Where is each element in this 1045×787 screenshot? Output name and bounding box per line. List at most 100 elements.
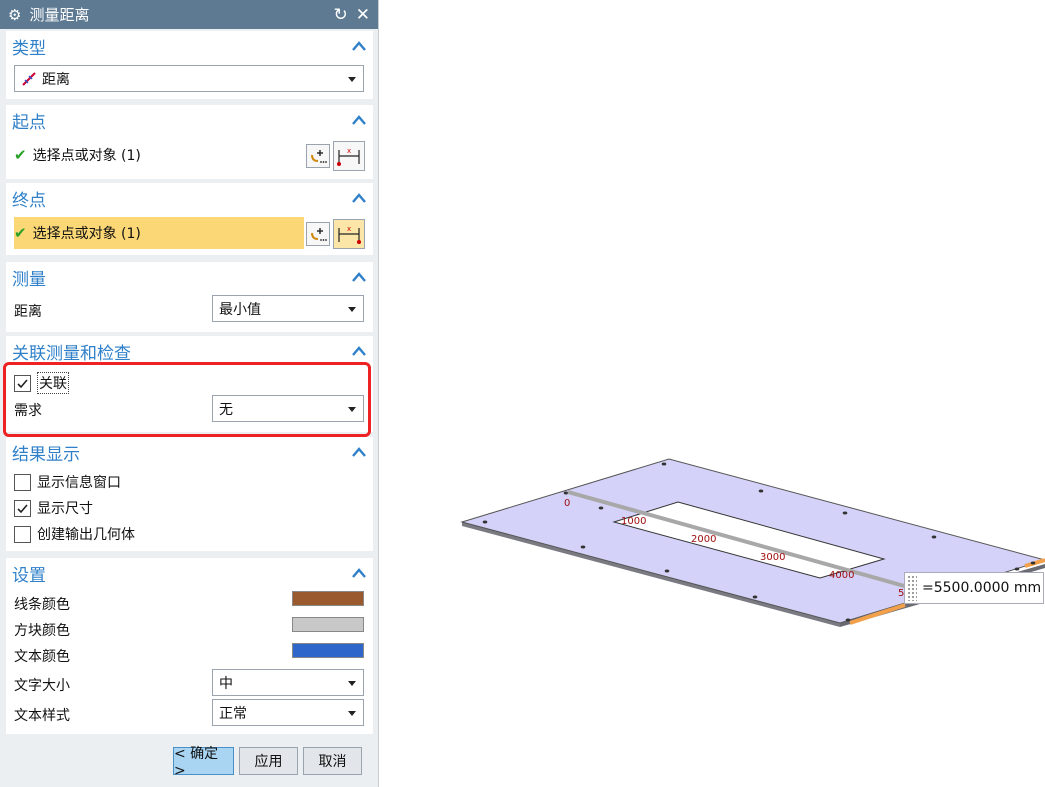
measure-section: 测量 距离 最小值: [6, 262, 373, 332]
create-geom-row[interactable]: 创建输出几何体: [14, 524, 365, 544]
check-mark-icon: [17, 503, 28, 513]
point-dialog-button[interactable]: [306, 222, 330, 246]
distance-label: 距离: [14, 304, 42, 320]
measurement-value: =5500.0000 mm: [922, 580, 1042, 596]
inferred-point-button[interactable]: x: [333, 141, 365, 171]
requirement-label: 需求: [14, 403, 42, 419]
result-display-section: 结果显示 显示信息窗口 显示尺寸 创建输出几何体: [6, 437, 373, 551]
svg-text:x: x: [347, 225, 351, 233]
ruler-tick-label: 4000: [829, 570, 854, 581]
text-size-value: 中: [219, 675, 233, 692]
distance-mode-value: 最小值: [219, 301, 261, 318]
chevron-down-icon: [348, 77, 356, 82]
measure-section-header[interactable]: 测量: [6, 262, 373, 292]
collapse-chevron-icon[interactable]: [351, 446, 367, 458]
requirement-value: 无: [219, 401, 233, 418]
distance-mode-dropdown[interactable]: 最小值: [212, 295, 364, 322]
end-point-section: 终点 ✔ 选择点或对象 (1) x: [6, 183, 373, 255]
gear-icon[interactable]: ⚙: [8, 6, 21, 24]
collapse-chevron-icon[interactable]: [351, 271, 367, 283]
chevron-down-icon: [348, 711, 356, 716]
associative-checkbox[interactable]: [14, 374, 31, 392]
text-size-label: 文字大小: [14, 678, 70, 694]
create-geom-checkbox[interactable]: [14, 525, 31, 543]
collapse-chevron-icon[interactable]: [351, 40, 367, 52]
end-section-header[interactable]: 终点: [6, 183, 373, 213]
start-section-title: 起点: [12, 112, 46, 133]
associative-label: 关联: [37, 372, 69, 394]
graphics-viewport[interactable]: 0 1000 2000 3000 4000 5: [380, 0, 1045, 787]
block-color-swatch[interactable]: [292, 617, 364, 632]
show-info-label: 显示信息窗口: [37, 475, 121, 491]
associative-section: 关联测量和检查 关联 需求 无: [6, 336, 373, 432]
chevron-down-icon: [348, 681, 356, 686]
measurement-readout[interactable]: =5500.0000 mm: [904, 572, 1044, 604]
measure-section-title: 测量: [12, 269, 46, 290]
start-section-header[interactable]: 起点: [6, 105, 373, 135]
end-select-label: 选择点或对象 (1): [32, 226, 141, 242]
measure-distance-dialog: ⚙ 测量距离 ↻ ✕ 类型 距离 起点 ✔ 选择点或对象 (1) x 终点 ✔ …: [0, 0, 379, 787]
chevron-down-icon: [348, 407, 356, 412]
dimension-point-icon: x: [337, 147, 360, 166]
point-constructor-icon: [311, 150, 327, 163]
point-constructor-icon: [311, 228, 327, 241]
show-dim-label: 显示尺寸: [37, 501, 93, 517]
point-dialog-button[interactable]: [306, 144, 330, 168]
text-style-dropdown[interactable]: 正常: [212, 699, 364, 726]
type-section: 类型 距离: [6, 31, 373, 99]
collapse-chevron-icon[interactable]: [351, 192, 367, 204]
associative-row[interactable]: 关联: [14, 372, 365, 394]
ruler-tick-label: 1000: [621, 516, 646, 527]
text-color-label: 文本颜色: [14, 649, 70, 665]
end-section-title: 终点: [12, 190, 46, 211]
assoc-section-title: 关联测量和检查: [12, 343, 131, 364]
close-icon[interactable]: ✕: [356, 5, 370, 25]
text-color-swatch[interactable]: [292, 643, 364, 658]
collapse-chevron-icon[interactable]: [351, 114, 367, 126]
line-color-swatch[interactable]: [292, 591, 364, 606]
type-dropdown-value: 距离: [42, 71, 70, 88]
dimension-point-icon: x: [338, 225, 361, 244]
line-color-label: 线条颜色: [14, 597, 70, 613]
block-color-label: 方块颜色: [14, 623, 70, 639]
check-mark-icon: [17, 378, 28, 388]
svg-text:x: x: [347, 147, 351, 155]
show-info-checkbox[interactable]: [14, 473, 31, 491]
collapse-chevron-icon[interactable]: [351, 345, 367, 357]
start-select-label: 选择点或对象 (1): [32, 148, 141, 164]
result-section-header[interactable]: 结果显示: [6, 437, 373, 467]
ruler-tick-label: 2000: [691, 534, 716, 545]
drag-handle-icon[interactable]: [907, 575, 917, 601]
collapse-chevron-icon[interactable]: [351, 567, 367, 579]
dialog-titlebar: ⚙ 测量距离 ↻ ✕: [0, 0, 378, 29]
checkmark-icon: ✔: [14, 224, 27, 242]
start-point-section: 起点 ✔ 选择点或对象 (1) x: [6, 105, 373, 179]
text-style-label: 文本样式: [14, 708, 70, 724]
type-section-header[interactable]: 类型: [6, 31, 373, 61]
distance-ruler-icon: [22, 71, 36, 86]
show-info-row[interactable]: 显示信息窗口: [14, 472, 365, 492]
show-dim-row[interactable]: 显示尺寸: [14, 498, 365, 518]
ruler-tick-label: 0: [564, 498, 570, 509]
create-geom-label: 创建输出几何体: [37, 527, 135, 543]
checkmark-icon: ✔: [14, 146, 27, 164]
cancel-button[interactable]: 取消: [303, 747, 362, 775]
text-style-value: 正常: [219, 705, 247, 722]
chevron-down-icon: [348, 307, 356, 312]
ruler-tick-label: 3000: [760, 552, 785, 563]
dialog-title: 测量距离: [29, 6, 90, 24]
apply-button[interactable]: 应用: [239, 747, 298, 775]
type-section-title: 类型: [12, 38, 46, 59]
reset-icon[interactable]: ↻: [334, 5, 348, 25]
settings-section-header[interactable]: 设置: [6, 558, 373, 588]
ok-button[interactable]: < 确定 >: [173, 746, 234, 779]
requirement-dropdown[interactable]: 无: [212, 395, 364, 422]
text-size-dropdown[interactable]: 中: [212, 669, 364, 696]
settings-section-title: 设置: [12, 565, 46, 586]
settings-section: 设置 线条颜色 方块颜色 文本颜色 文字大小 中 文本样式 正常: [6, 558, 373, 734]
result-section-title: 结果显示: [12, 444, 80, 465]
assoc-section-header[interactable]: 关联测量和检查: [6, 336, 373, 366]
inferred-point-button[interactable]: x: [333, 219, 365, 249]
type-dropdown[interactable]: 距离: [14, 65, 364, 92]
show-dim-checkbox[interactable]: [14, 499, 31, 517]
